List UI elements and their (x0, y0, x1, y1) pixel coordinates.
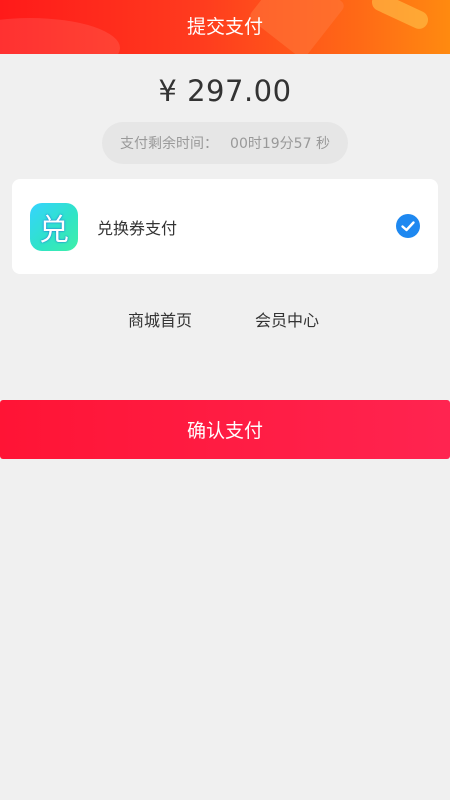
payment-amount: ¥ 297.00 (158, 74, 292, 108)
mall-home-link[interactable]: 商城首页 (128, 307, 192, 331)
confirm-payment-button[interactable]: 确认支付 (0, 400, 450, 459)
countdown-badge: 支付剩余时间： 00时19分57 秒 (102, 122, 348, 164)
countdown-value: 00时19分57 秒 (230, 136, 330, 152)
top-navigation-bar: 提交支付 (0, 0, 450, 54)
payment-method-label: 兑换券支付 (97, 219, 178, 238)
member-center-link[interactable]: 会员中心 (255, 307, 319, 331)
countdown-label: 支付剩余时间： (120, 136, 219, 152)
voucher-icon: 兑 (30, 203, 78, 251)
quick-links: 商城首页 会员中心 (0, 307, 450, 333)
selected-check-icon[interactable] (396, 214, 420, 238)
payment-method-option[interactable]: 兑 兑换券支付 (12, 179, 438, 274)
page-title: 提交支付 (186, 16, 263, 38)
voucher-icon-glyph: 兑 (39, 213, 69, 248)
